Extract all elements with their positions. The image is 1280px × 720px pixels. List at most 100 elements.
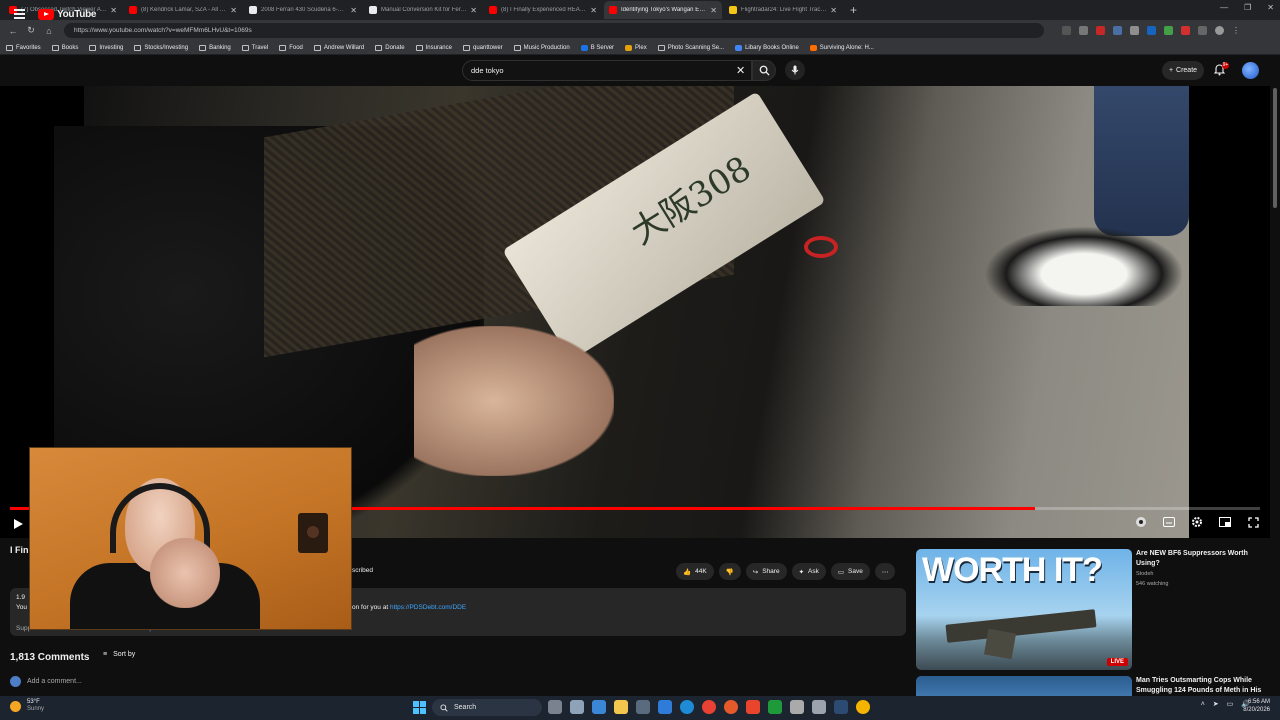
more-actions-button[interactable]: ⋯: [874, 563, 896, 580]
bookmark-item[interactable]: Libary Books Online: [735, 44, 799, 51]
address-bar[interactable]: https://www.youtube.com/watch?v=weMFMm6L…: [64, 23, 1044, 38]
recommended-channel[interactable]: Stodeh: [1136, 571, 1153, 577]
clock[interactable]: 6:56 AM 8/20/2026: [1243, 698, 1270, 714]
weather-widget[interactable]: 53°F Sunny: [10, 699, 44, 713]
scrollbar-thumb[interactable]: [1273, 88, 1277, 208]
windows-start-icon[interactable]: [413, 701, 426, 714]
bookmark-item[interactable]: Insurance: [415, 44, 452, 51]
tab-close-icon[interactable]: ✕: [590, 6, 597, 15]
add-comment-field[interactable]: Add a comment...: [10, 676, 82, 687]
network-icon[interactable]: ▭: [1227, 700, 1234, 708]
settings-icon[interactable]: [570, 700, 584, 714]
bookmark-item[interactable]: Plex: [625, 44, 647, 51]
menu-icon[interactable]: ⋮: [1232, 26, 1241, 35]
bookmark-item[interactable]: Stocks/Investing: [134, 44, 188, 51]
bookmark-item[interactable]: Music Production: [513, 44, 570, 51]
save-button[interactable]: ▭ Save: [830, 563, 870, 580]
bookmark-item[interactable]: Travel: [241, 44, 268, 51]
recommended-thumbnail[interactable]: [916, 676, 1132, 696]
sort-by-button[interactable]: ≡ Sort by: [103, 651, 135, 658]
new-tab-icon[interactable]: +: [850, 3, 857, 17]
search-input[interactable]: dde tokyo: [462, 60, 752, 81]
recommended-title[interactable]: Man Tries Outsmarting Cops While Smuggli…: [1136, 676, 1266, 695]
task-view-icon[interactable]: [548, 700, 562, 714]
miniplayer-icon[interactable]: [1218, 516, 1232, 528]
extension-icon[interactable]: [1147, 26, 1156, 35]
tab-close-icon[interactable]: ✕: [110, 6, 117, 15]
chrome-canary-icon[interactable]: [856, 700, 870, 714]
reader-icon[interactable]: [1062, 26, 1071, 35]
minimize-icon[interactable]: —: [1220, 3, 1228, 12]
subscribed-button[interactable]: scribed: [352, 567, 373, 574]
fullscreen-icon[interactable]: [1246, 516, 1260, 528]
star-icon[interactable]: [1079, 26, 1088, 35]
bookmark-item[interactable]: quanttower: [462, 44, 503, 51]
store-icon[interactable]: [592, 700, 606, 714]
bookmark-item[interactable]: Investing: [89, 44, 123, 51]
bookmark-item[interactable]: Banking: [199, 44, 231, 51]
settings-gear-icon[interactable]: [1190, 516, 1204, 528]
app-icon[interactable]: [812, 700, 826, 714]
bookmark-item[interactable]: Andrew Willard: [313, 44, 364, 51]
play-icon[interactable]: [12, 518, 24, 530]
tab-close-icon[interactable]: ✕: [230, 6, 237, 15]
edge-icon[interactable]: [680, 700, 694, 714]
profile-icon[interactable]: [1215, 26, 1224, 35]
file-explorer-icon[interactable]: [614, 700, 628, 714]
extension-icon[interactable]: [1130, 26, 1139, 35]
bookmark-item[interactable]: Books: [51, 44, 78, 51]
browser-tab[interactable]: (8) Kendrick Lamar, SZA - All The... ✕: [124, 1, 242, 19]
app-icon[interactable]: [790, 700, 804, 714]
like-button[interactable]: 👍 44K: [676, 563, 714, 580]
home-icon[interactable]: ⌂: [42, 26, 56, 36]
chevron-up-icon[interactable]: ˄: [1201, 701, 1205, 708]
extension-icon[interactable]: [1198, 26, 1207, 35]
calculator-icon[interactable]: [636, 700, 650, 714]
tab-close-icon[interactable]: ✕: [830, 6, 837, 15]
brave-icon[interactable]: [746, 700, 760, 714]
account-avatar[interactable]: [1242, 62, 1259, 79]
back-icon[interactable]: ←: [6, 26, 20, 36]
xbox-icon[interactable]: [768, 700, 782, 714]
close-window-icon[interactable]: ✕: [1267, 3, 1274, 12]
tab-close-icon[interactable]: ✕: [350, 6, 357, 15]
extension-icon[interactable]: [1113, 26, 1122, 35]
extension-icon[interactable]: [1096, 26, 1105, 35]
browser-tab[interactable]: 2008 Ferrari 430 Scuderia 6-Speed...✕: [244, 1, 362, 19]
subtitles-icon[interactable]: [1162, 516, 1176, 528]
location-icon[interactable]: ➤: [1213, 700, 1219, 708]
steam-icon[interactable]: [834, 700, 848, 714]
browser-tab[interactable]: (8) I Finally Experienced REAL... ✕: [484, 1, 602, 19]
bookmark-item[interactable]: Photo Scanning Se...: [657, 44, 724, 51]
browser-tab[interactable]: Manual Conversion Kit for Ferrari... ✕: [364, 1, 482, 19]
github-icon[interactable]: [658, 700, 672, 714]
recommended-title[interactable]: Are NEW BF6 Suppressors Worth Using?: [1136, 549, 1266, 568]
tab-close-icon[interactable]: ✕: [710, 6, 717, 15]
voice-search-button[interactable]: [785, 60, 805, 80]
browser-tab[interactable]: Flightradar24: Live Flight Tracker ✕: [724, 1, 842, 19]
description-link[interactable]: https://PDSDebt.com/DDE: [390, 604, 466, 611]
bookmark-item[interactable]: Food: [279, 44, 303, 51]
tab-close-icon[interactable]: ✕: [470, 6, 477, 15]
autoplay-toggle-icon[interactable]: [1134, 516, 1148, 528]
reload-icon[interactable]: ↻: [24, 25, 38, 36]
bookmark-item[interactable]: Donate: [375, 44, 405, 51]
create-button[interactable]: + Create: [1162, 61, 1204, 80]
ask-button[interactable]: ✦ Ask: [791, 563, 826, 580]
browser-tab[interactable]: Identifying Tokyo's Wangan Exper... ✕: [604, 1, 722, 19]
clear-search-icon[interactable]: ✕: [736, 64, 745, 77]
bookmark-item[interactable]: Surviving Alone: H...: [809, 44, 874, 51]
bookmark-item[interactable]: B Server: [580, 44, 614, 51]
restore-icon[interactable]: ❐: [1244, 3, 1251, 12]
search-button[interactable]: [752, 60, 776, 81]
firefox-icon[interactable]: [724, 700, 738, 714]
extension-icon[interactable]: [1181, 26, 1190, 35]
youtube-logo[interactable]: YouTube: [38, 9, 97, 20]
share-button[interactable]: ↪ Share: [745, 563, 787, 580]
taskbar-search[interactable]: Search: [432, 699, 542, 716]
extension-icon[interactable]: [1164, 26, 1173, 35]
bookmark-item[interactable]: Favorites: [6, 44, 41, 51]
page-scrollbar[interactable]: [1272, 86, 1278, 692]
dislike-button[interactable]: 👎: [718, 563, 741, 580]
chrome-icon[interactable]: [702, 700, 716, 714]
